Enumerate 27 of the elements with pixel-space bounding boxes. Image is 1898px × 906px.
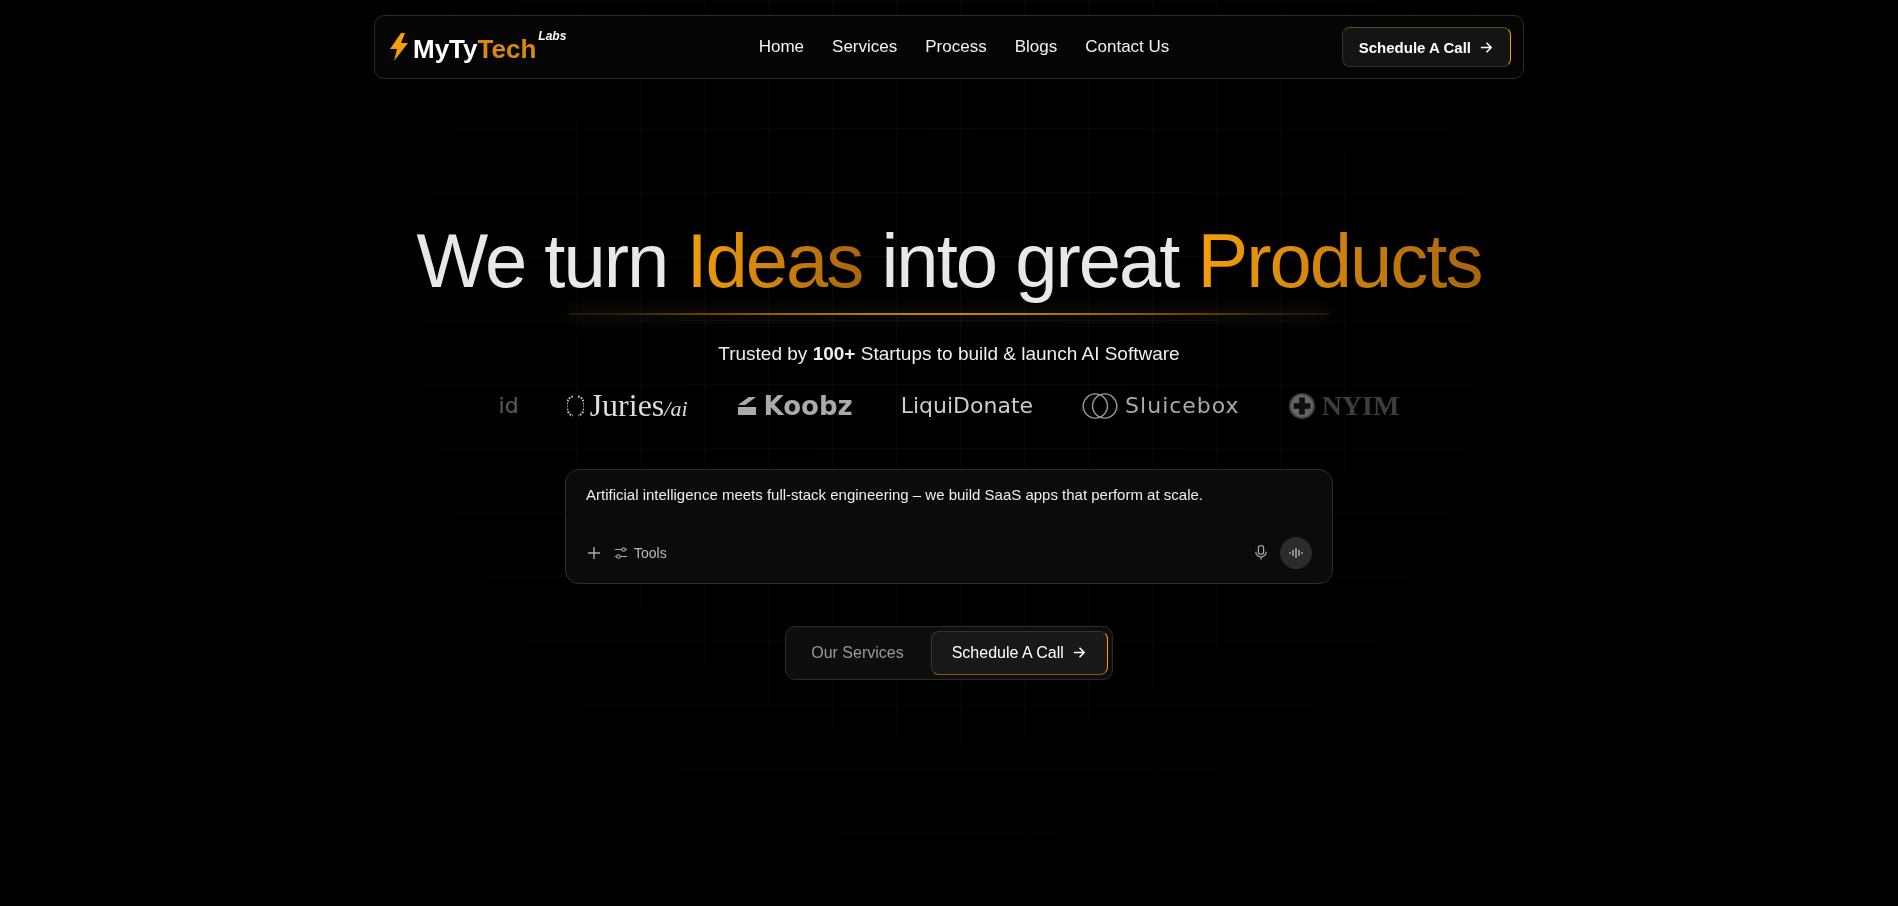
lightning-icon xyxy=(389,33,409,61)
nav-link[interactable]: Process xyxy=(925,37,987,57)
brand-logo: id xyxy=(498,393,519,419)
logo[interactable]: MyTyTech$^{Labs}$ xyxy=(389,29,567,65)
plus-icon[interactable] xyxy=(586,544,602,561)
hero-subtitle: Trusted by 100+ Startups to build & launch AI Software xyxy=(718,342,1180,365)
action-button[interactable]: Schedule A Call xyxy=(930,630,1108,675)
microphone-icon[interactable] xyxy=(1254,544,1268,562)
action-button[interactable]: Our Services xyxy=(790,630,925,675)
tools-button[interactable]: Tools xyxy=(614,544,667,561)
brand-logo: NYIM xyxy=(1321,389,1400,422)
nav-link[interactable]: Home xyxy=(758,37,805,57)
brand-logo: Juries/ai xyxy=(589,387,688,425)
nav-link[interactable]: Contact Us xyxy=(1085,37,1170,57)
rings-logo-icon xyxy=(1081,391,1120,420)
brand-logo: LiquiDonate xyxy=(900,393,1034,419)
nav-link[interactable]: Services xyxy=(832,37,898,57)
stripes-logo-icon xyxy=(735,395,758,416)
cross-logo-icon xyxy=(1287,391,1316,420)
sliders-icon xyxy=(614,545,628,560)
brand-logo: Koobz xyxy=(763,390,853,421)
voice-button[interactable] xyxy=(1280,536,1312,569)
prompt-box[interactable]: Artificial intelligence meets full-stack engineering – we build SaaS apps that perform at scale. Tools xyxy=(565,468,1333,584)
nav-link[interactable]: Blogs xyxy=(1014,37,1058,57)
brand-logo: Sluicebox xyxy=(1125,393,1240,419)
schedule-call-button[interactable]: Schedule A Call xyxy=(1341,27,1511,67)
hero-title: We turn Ideas into great Products xyxy=(416,219,1482,303)
